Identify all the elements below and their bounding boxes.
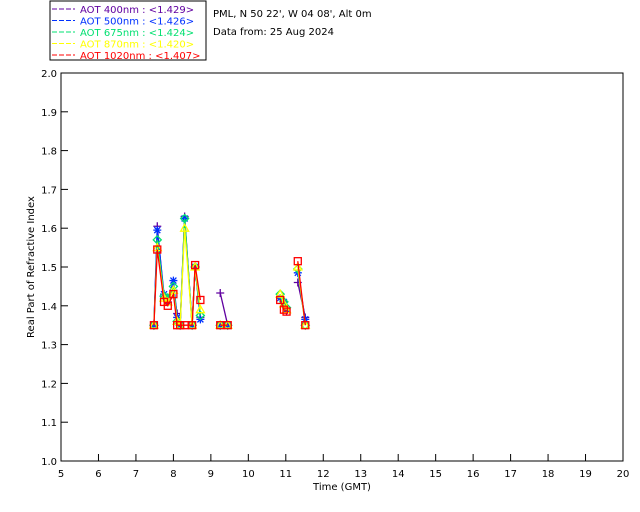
- x-tick-label: 13: [354, 469, 367, 480]
- y-tick-label: 1.5: [41, 263, 57, 274]
- legend-entry: AOT 870nm : <1.420>: [80, 40, 194, 51]
- x-tick-label: 16: [467, 469, 480, 480]
- site-label: PML, N 50 22', W 04 08', Alt 0m: [213, 9, 372, 20]
- y-tick-label: 1.7: [41, 185, 57, 196]
- x-tick-label: 10: [242, 469, 255, 480]
- x-tick-label: 5: [58, 469, 64, 480]
- plus-marker: [216, 288, 225, 297]
- x-tick-label: 6: [95, 469, 101, 480]
- legend-entry: AOT 1020nm : <1.407>: [80, 51, 200, 62]
- y-tick-label: 1.1: [41, 418, 57, 429]
- y-tick-label: 1.6: [41, 224, 57, 235]
- x-tick-label: 14: [392, 469, 405, 480]
- legend-entry: AOT 400nm : <1.429>: [80, 5, 194, 16]
- legend-entry: AOT 500nm : <1.426>: [80, 17, 194, 28]
- x-tick-label: 8: [170, 469, 176, 480]
- x-tick-label: 11: [279, 469, 292, 480]
- y-tick-label: 2.0: [41, 69, 57, 80]
- legend: AOT 400nm : <1.429>AOT 500nm : <1.426>AO…: [49, 0, 207, 62]
- y-tick-label: 1.3: [41, 341, 57, 352]
- series-line: [297, 261, 306, 326]
- x-tick-label: 17: [504, 469, 517, 480]
- plot-frame: [60, 72, 624, 462]
- x-tick-label: 12: [317, 469, 330, 480]
- legend-entry: AOT 675nm : <1.424>: [80, 28, 194, 39]
- x-tick-label: 7: [133, 469, 139, 480]
- x-tick-label: 15: [429, 469, 442, 480]
- asterisk-marker: [153, 226, 162, 235]
- x-tick-label: 19: [579, 469, 592, 480]
- y-axis-label: Real Part of Refractive Index: [26, 196, 37, 338]
- date-label: Data from: 25 Aug 2024: [213, 27, 334, 38]
- y-tick-label: 1.8: [41, 147, 57, 158]
- y-tick-label: 1.4: [41, 302, 57, 313]
- axis-ticks: 5 6 7 8 9 10 11 12 13 14 15 16 17 18 19 20 1.0 1.1 1.2 1.3 1…: [41, 69, 629, 480]
- x-tick-label: 20: [617, 469, 630, 480]
- series-layer: [148, 212, 311, 331]
- x-tick-label: 9: [208, 469, 214, 480]
- y-tick-label: 1.9: [41, 108, 57, 119]
- y-tick-label: 1.2: [41, 379, 57, 390]
- asterisk-marker: [169, 276, 178, 285]
- series-line: [219, 292, 229, 326]
- chart: AOT 400nm : <1.429>AOT 500nm : <1.426>AO…: [26, 0, 629, 493]
- y-tick-label: 1.0: [41, 457, 57, 468]
- x-tick-label: 18: [542, 469, 555, 480]
- x-axis-label: Time (GMT): [312, 482, 371, 493]
